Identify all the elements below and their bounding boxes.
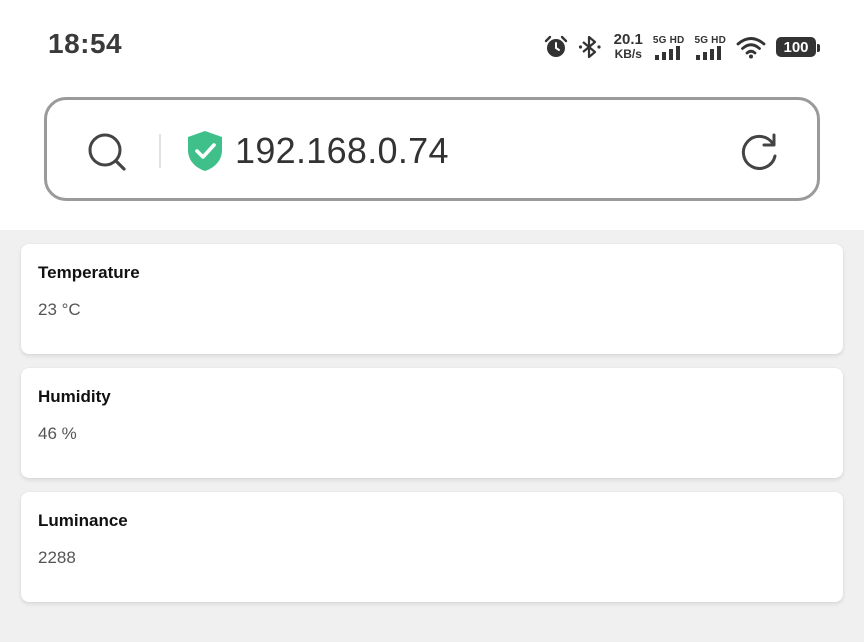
sensor-card-temperature: Temperature 23 °C bbox=[21, 244, 843, 354]
status-icons: 20.1 KB/s 5G HD 5G HD 100 bbox=[544, 30, 820, 64]
clock: 18:54 bbox=[48, 28, 123, 59]
wifi-icon bbox=[736, 35, 766, 59]
bluetooth-icon bbox=[578, 34, 604, 60]
url-text[interactable]: 192.168.0.74 bbox=[235, 130, 449, 172]
shield-check-icon[interactable] bbox=[185, 130, 225, 177]
status-bar: 18:54 20.1 KB/s 5G HD 5G HD 100 bbox=[0, 0, 864, 90]
sim1-label: 5G HD bbox=[652, 34, 685, 46]
sim2-label: 5G HD bbox=[694, 34, 726, 46]
network-speed-unit: KB/s bbox=[614, 47, 642, 61]
network-speed-value: 20.1 bbox=[613, 31, 643, 48]
network-speed: 20.1 KB/s bbox=[614, 32, 643, 62]
sim1-signal: 5G HD bbox=[653, 35, 685, 60]
address-divider bbox=[159, 134, 161, 168]
card-title: Luminance bbox=[38, 511, 128, 530]
signal-icon bbox=[696, 45, 722, 60]
card-value: 23 °C bbox=[38, 300, 81, 319]
sim2-signal: 5G HD bbox=[694, 35, 726, 60]
card-title: Temperature bbox=[38, 263, 140, 282]
alarm-icon bbox=[544, 35, 568, 59]
reload-icon[interactable] bbox=[739, 132, 781, 179]
address-bar[interactable]: 192.168.0.74 bbox=[44, 97, 820, 201]
browser-header: 18:54 20.1 KB/s 5G HD 5G HD 100 192.168.… bbox=[0, 0, 864, 230]
card-value: 2288 bbox=[38, 548, 76, 567]
search-icon[interactable] bbox=[87, 132, 129, 179]
card-value: 46 % bbox=[38, 424, 77, 443]
sensor-card-humidity: Humidity 46 % bbox=[21, 368, 843, 478]
card-title: Humidity bbox=[38, 387, 111, 406]
signal-icon bbox=[654, 45, 680, 60]
sensor-card-luminance: Luminance 2288 bbox=[21, 492, 843, 602]
battery-icon: 100 bbox=[776, 37, 820, 57]
